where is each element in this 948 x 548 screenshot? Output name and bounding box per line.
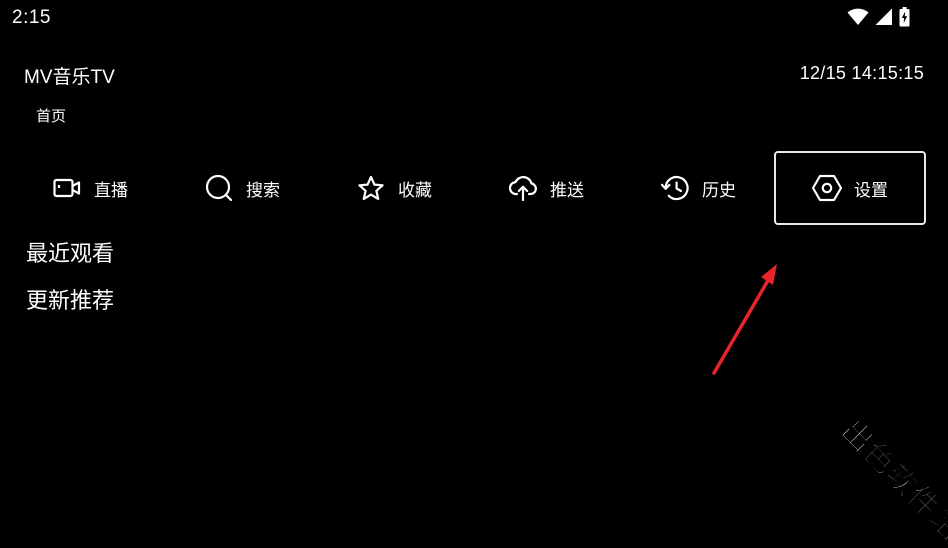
section-list: 最近观看 更新推荐 <box>26 238 114 332</box>
status-time: 2:15 <box>12 7 51 28</box>
video-camera-icon <box>52 173 82 203</box>
battery-charging-icon <box>899 7 910 27</box>
nav-item-settings[interactable]: 设置 <box>774 151 926 225</box>
clock: 12/15 14:15:15 <box>799 63 924 83</box>
settings-hexagon-icon <box>812 173 842 203</box>
nav-item-search[interactable]: 搜索 <box>166 151 318 225</box>
nav-item-label: 推送 <box>550 180 584 201</box>
search-icon <box>204 173 234 203</box>
nav-item-push[interactable]: 推送 <box>470 151 622 225</box>
history-icon <box>660 173 690 203</box>
status-bar: 2:15 <box>0 0 948 36</box>
nav-item-label: 历史 <box>702 180 736 201</box>
cloud-upload-icon <box>508 173 538 203</box>
signal-icon <box>875 8 893 26</box>
wifi-icon <box>847 8 869 26</box>
app-title: MV音乐TV <box>24 67 115 88</box>
star-icon <box>356 173 386 203</box>
nav-item-label: 直播 <box>94 180 128 201</box>
nav-item-history[interactable]: 历史 <box>622 151 774 225</box>
nav-bar: 直播 搜索 收藏 推送 历史 设置 <box>14 151 926 225</box>
nav-item-label: 搜索 <box>246 180 280 201</box>
section-new-recommendations[interactable]: 更新推荐 <box>26 285 114 332</box>
nav-item-label: 设置 <box>854 180 888 201</box>
nav-item-favorites[interactable]: 收藏 <box>318 151 470 225</box>
status-icons <box>847 7 910 27</box>
nav-item-label: 收藏 <box>398 180 432 201</box>
breadcrumb: 首页 <box>36 107 67 125</box>
annotation-arrow <box>700 255 790 384</box>
watermark-text: 出色软件站 <box>833 413 948 548</box>
nav-item-live[interactable]: 直播 <box>14 151 166 225</box>
section-recently-watched[interactable]: 最近观看 <box>26 238 114 285</box>
